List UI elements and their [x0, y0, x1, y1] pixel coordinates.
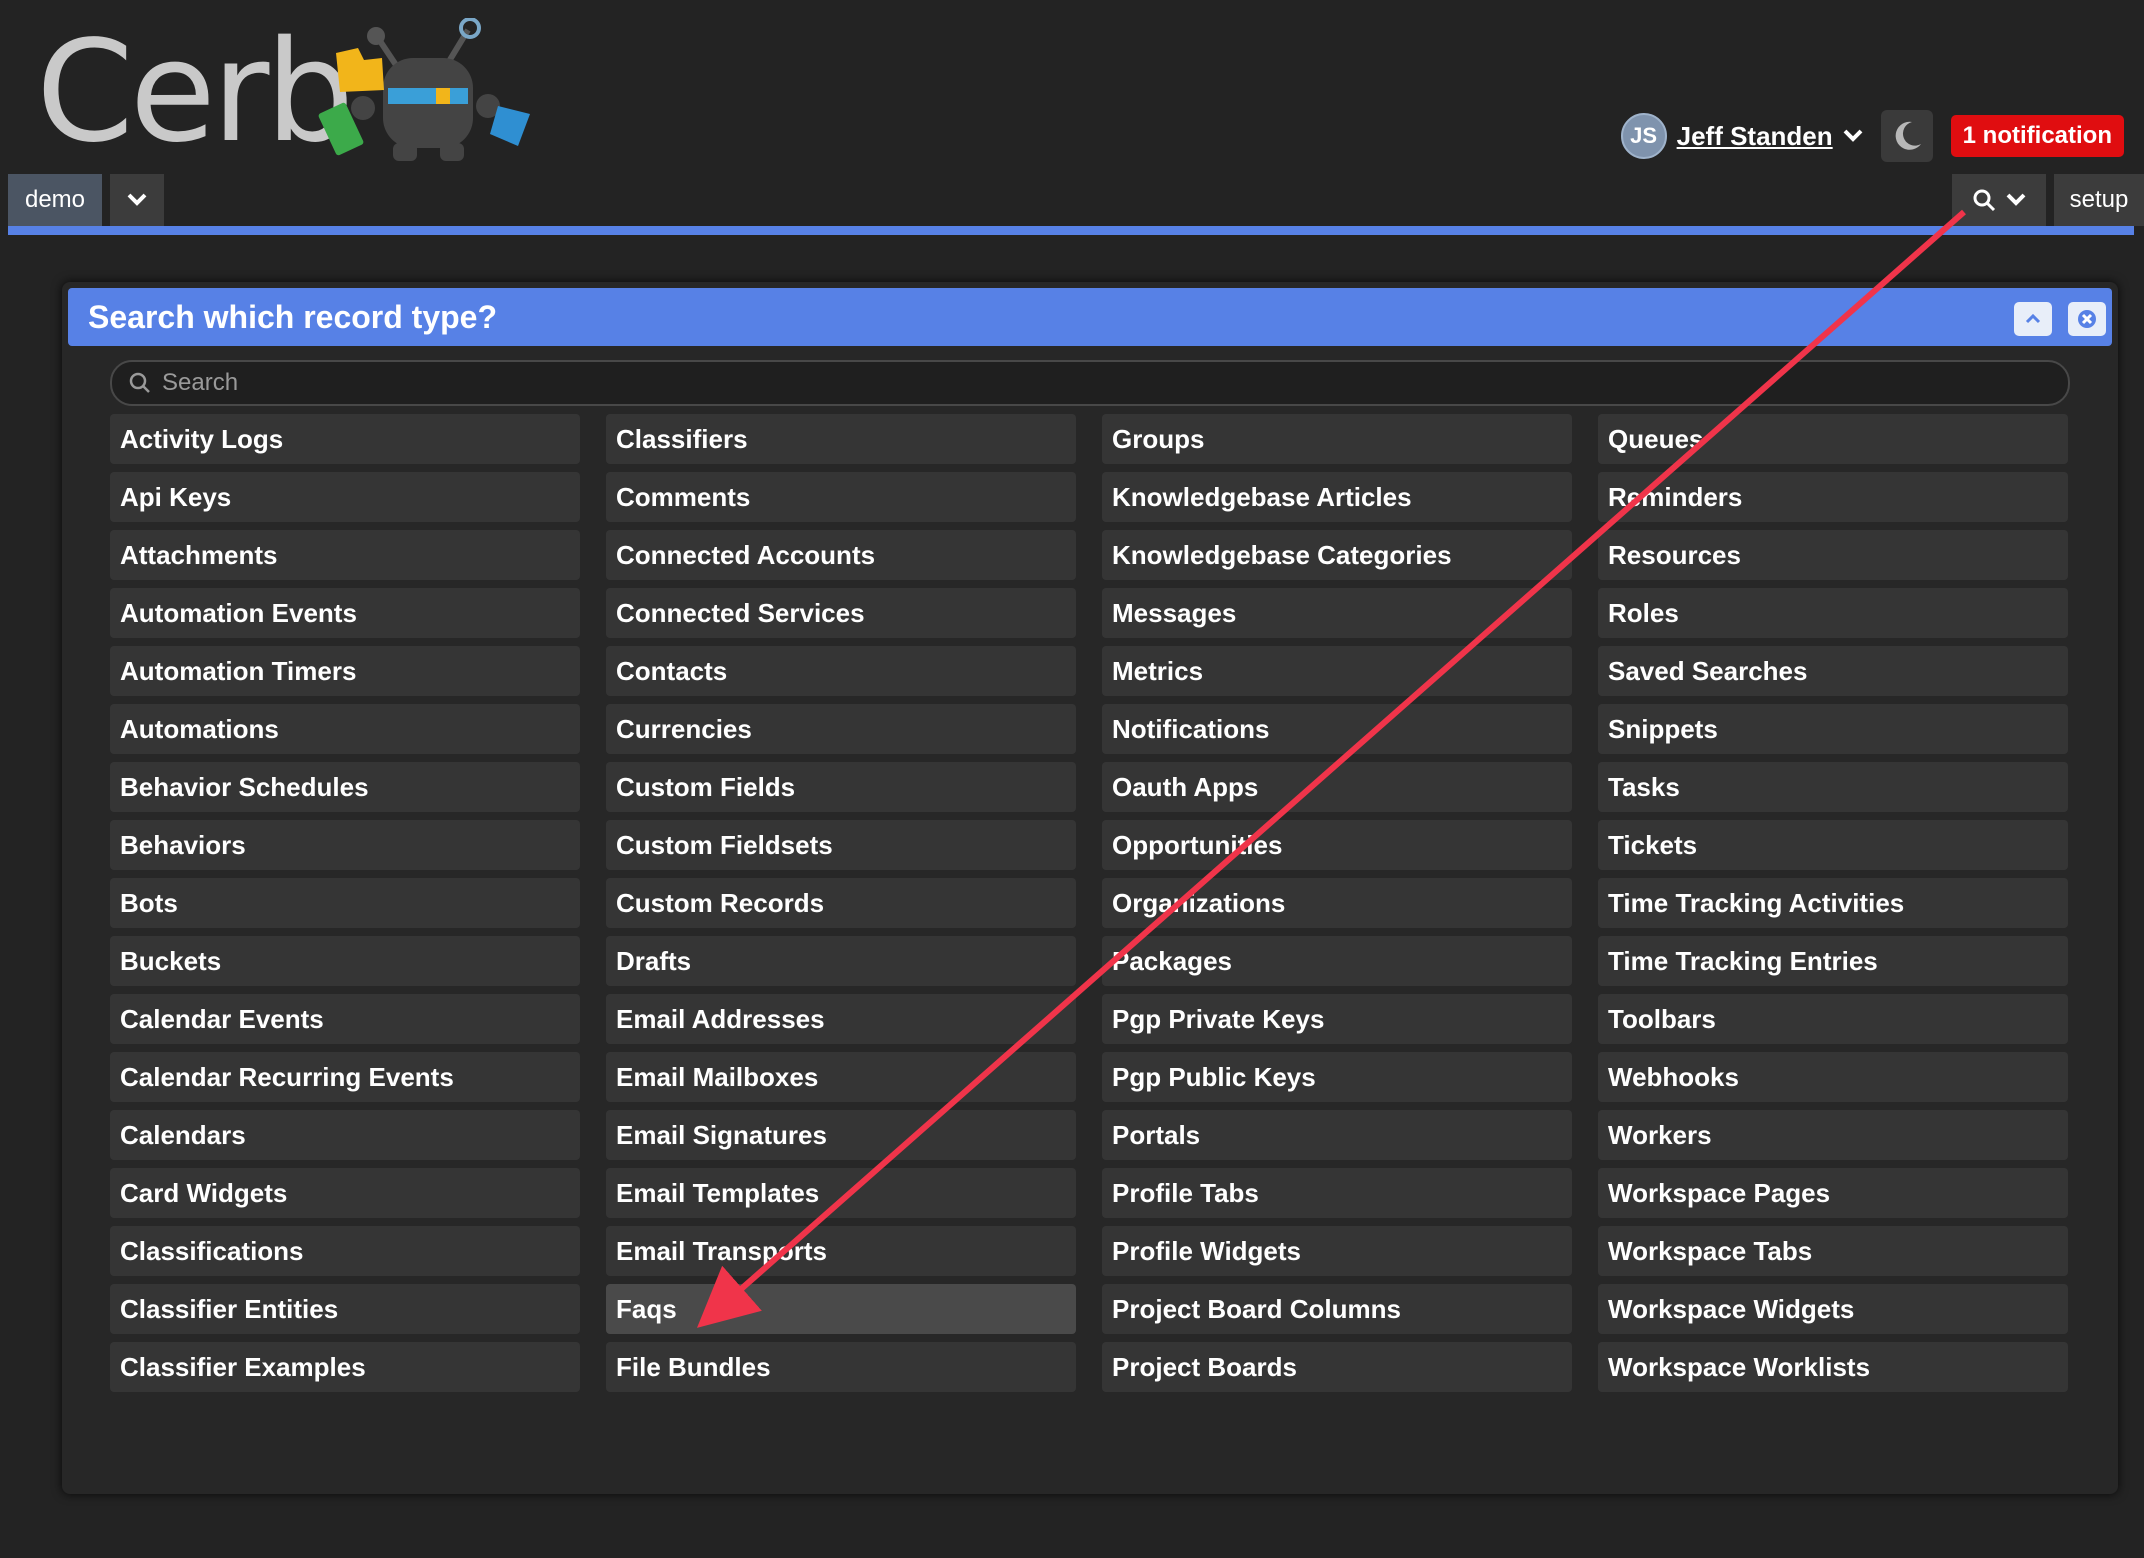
record-type-item[interactable]: Reminders [1598, 472, 2068, 522]
cerb-logo[interactable]: Cerb [36, 18, 556, 168]
logo-text: Cerb [36, 11, 354, 174]
moon-icon [1895, 121, 1921, 150]
record-type-item[interactable]: Buckets [110, 936, 580, 986]
record-type-item[interactable]: Time Tracking Entries [1598, 936, 2068, 986]
record-type-item[interactable]: Webhooks [1598, 1052, 2068, 1102]
user-area: JS Jeff Standen 1 notification [1620, 110, 2124, 162]
record-type-item[interactable]: Automation Events [110, 588, 580, 638]
search-record-type-dialog: Search which record type? Activity LogsA… [62, 282, 2118, 1494]
search-icon [126, 369, 154, 397]
record-type-item[interactable]: Drafts [606, 936, 1076, 986]
record-type-item[interactable]: Opportunities [1102, 820, 1572, 870]
record-type-item[interactable]: Project Board Columns [1102, 1284, 1572, 1334]
record-type-item[interactable]: Workspace Tabs [1598, 1226, 2068, 1276]
navbar-underline [8, 226, 2134, 235]
chevron-down-icon [127, 193, 147, 206]
record-type-item[interactable]: Custom Fields [606, 762, 1076, 812]
close-button[interactable] [2068, 302, 2106, 336]
record-type-item[interactable]: Attachments [110, 530, 580, 580]
close-icon [2078, 310, 2096, 328]
record-type-item[interactable]: Behavior Schedules [110, 762, 580, 812]
search-input[interactable] [160, 368, 2044, 398]
record-type-item[interactable]: Tasks [1598, 762, 2068, 812]
record-type-item[interactable]: Snippets [1598, 704, 2068, 754]
record-type-item[interactable]: Bots [110, 878, 580, 928]
record-type-item[interactable]: Email Templates [606, 1168, 1076, 1218]
record-type-item[interactable]: Workspace Pages [1598, 1168, 2068, 1218]
record-type-item[interactable]: Comments [606, 472, 1076, 522]
collapse-button[interactable] [2014, 302, 2052, 336]
notification-badge[interactable]: 1 notification [1950, 115, 2124, 157]
record-type-item[interactable]: Saved Searches [1598, 646, 2068, 696]
chevron-up-icon [2025, 313, 2041, 324]
dark-mode-toggle[interactable] [1880, 110, 1933, 162]
record-type-item[interactable]: Workers [1598, 1110, 2068, 1160]
record-type-item[interactable]: Classifier Examples [110, 1342, 580, 1392]
record-type-item[interactable]: Automation Timers [110, 646, 580, 696]
chevron-down-icon [2006, 193, 2026, 206]
record-type-item[interactable]: Card Widgets [110, 1168, 580, 1218]
record-type-item[interactable]: Email Signatures [606, 1110, 1076, 1160]
record-type-item[interactable]: Classifications [110, 1226, 580, 1276]
workspace-tab-demo[interactable]: demo [8, 174, 102, 226]
record-type-item[interactable]: Email Transports [606, 1226, 1076, 1276]
record-type-item[interactable]: Packages [1102, 936, 1572, 986]
record-type-item[interactable]: Custom Records [606, 878, 1076, 928]
record-type-item[interactable]: Oauth Apps [1102, 762, 1572, 812]
navbar: demo setup [8, 174, 2144, 226]
user-menu[interactable]: JS Jeff Standen [1620, 113, 1863, 159]
record-type-item[interactable]: Email Mailboxes [606, 1052, 1076, 1102]
record-type-item[interactable]: Resources [1598, 530, 2068, 580]
record-type-item[interactable]: Profile Widgets [1102, 1226, 1572, 1276]
record-type-item[interactable]: Behaviors [110, 820, 580, 870]
record-type-item[interactable]: Workspace Worklists [1598, 1342, 2068, 1392]
search-menu-button[interactable] [1952, 174, 2046, 226]
record-type-item[interactable]: Classifier Entities [110, 1284, 580, 1334]
record-type-item[interactable]: Workspace Widgets [1598, 1284, 2068, 1334]
record-type-item[interactable]: Connected Accounts [606, 530, 1076, 580]
record-type-item[interactable]: Knowledgebase Articles [1102, 472, 1572, 522]
record-type-item[interactable]: Api Keys [110, 472, 580, 522]
record-type-item[interactable]: Profile Tabs [1102, 1168, 1572, 1218]
record-type-item[interactable]: Pgp Public Keys [1102, 1052, 1572, 1102]
record-type-item[interactable]: File Bundles [606, 1342, 1076, 1392]
record-type-item[interactable]: Groups [1102, 414, 1572, 464]
record-type-item[interactable]: Roles [1598, 588, 2068, 638]
setup-button[interactable]: setup [2054, 174, 2144, 226]
record-type-item[interactable]: Toolbars [1598, 994, 2068, 1044]
record-type-item[interactable]: Messages [1102, 588, 1572, 638]
record-type-item[interactable]: Email Addresses [606, 994, 1076, 1044]
record-type-item[interactable]: Custom Fieldsets [606, 820, 1076, 870]
workspace-menu-button[interactable] [110, 174, 164, 226]
record-type-item[interactable]: Pgp Private Keys [1102, 994, 1572, 1044]
record-type-item[interactable]: Calendar Recurring Events [110, 1052, 580, 1102]
search-icon [1973, 189, 1996, 212]
record-type-item[interactable]: Metrics [1102, 646, 1572, 696]
dialog-header: Search which record type? [68, 288, 2112, 346]
record-search-box[interactable] [110, 360, 2070, 406]
record-type-item[interactable]: Knowledgebase Categories [1102, 530, 1572, 580]
record-type-item[interactable]: Connected Services [606, 588, 1076, 638]
record-type-item[interactable]: Calendar Events [110, 994, 580, 1044]
record-type-grid: Activity Logs Api Keys Attachments Automati… [110, 414, 2068, 1392]
record-type-item[interactable]: Currencies [606, 704, 1076, 754]
record-type-item[interactable]: Notifications [1102, 704, 1572, 754]
record-type-item[interactable]: Automations [110, 704, 580, 754]
record-type-item[interactable]: Calendars [110, 1110, 580, 1160]
record-type-item[interactable]: Organizations [1102, 878, 1572, 928]
chevron-down-icon [1843, 129, 1863, 142]
record-type-item[interactable]: Time Tracking Activities [1598, 878, 2068, 928]
record-type-item[interactable]: Tickets [1598, 820, 2068, 870]
user-name-link[interactable]: Jeff Standen [1677, 121, 1833, 152]
record-type-item[interactable]: Portals [1102, 1110, 1572, 1160]
record-type-item[interactable]: Project Boards [1102, 1342, 1572, 1392]
record-type-item[interactable]: Activity Logs [110, 414, 580, 464]
record-type-item[interactable]: Faqs [606, 1284, 1076, 1334]
record-type-item[interactable]: Contacts [606, 646, 1076, 696]
robot-mascot-icon [318, 18, 530, 161]
record-type-item[interactable]: Queues [1598, 414, 2068, 464]
dialog-title: Search which record type? [88, 299, 498, 335]
record-type-item[interactable]: Classifiers [606, 414, 1076, 464]
avatar: JS [1620, 113, 1667, 159]
